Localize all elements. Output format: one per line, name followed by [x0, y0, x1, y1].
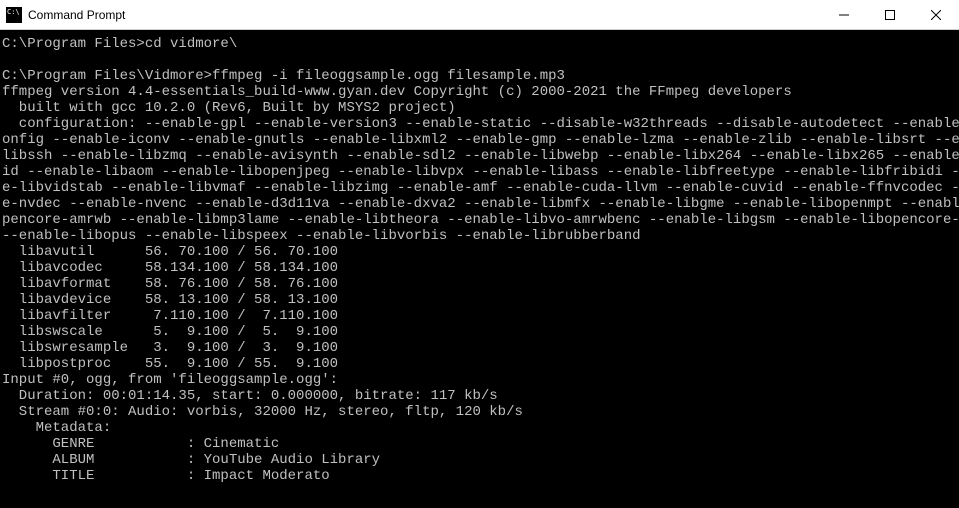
terminal-line: Metadata:	[2, 420, 959, 436]
maximize-button[interactable]	[867, 0, 913, 29]
titlebar: Command Prompt	[0, 0, 959, 30]
terminal-line: ffmpeg version 4.4-essentials_build-www.…	[2, 84, 959, 100]
terminal-line: GENRE : Cinematic	[2, 436, 959, 452]
terminal-line: libavcodec 58.134.100 / 58.134.100	[2, 260, 959, 276]
terminal-output[interactable]: C:\Program Files>cd vidmore\ C:\Program …	[0, 30, 959, 508]
terminal-line: built with gcc 10.2.0 (Rev6, Built by MS…	[2, 100, 959, 116]
terminal-line: Input #0, ogg, from 'fileoggsample.ogg':	[2, 372, 959, 388]
close-button[interactable]	[913, 0, 959, 29]
terminal-line: ALBUM : YouTube Audio Library	[2, 452, 959, 468]
terminal-line: id --enable-libaom --enable-libopenjpeg …	[2, 164, 959, 180]
terminal-line: e-libvidstab --enable-libvmaf --enable-l…	[2, 180, 959, 196]
terminal-line	[2, 52, 959, 68]
terminal-line: libavutil 56. 70.100 / 56. 70.100	[2, 244, 959, 260]
maximize-icon	[885, 10, 895, 20]
terminal-line: e-nvdec --enable-nvenc --enable-d3d11va …	[2, 196, 959, 212]
window-controls	[821, 0, 959, 29]
cmd-icon	[6, 7, 22, 23]
terminal-line: libssh --enable-libzmq --enable-avisynth…	[2, 148, 959, 164]
terminal-line: TITLE : Impact Moderato	[2, 468, 959, 484]
window-title: Command Prompt	[28, 8, 821, 22]
terminal-line: libavdevice 58. 13.100 / 58. 13.100	[2, 292, 959, 308]
terminal-line: C:\Program Files\Vidmore>ffmpeg -i fileo…	[2, 68, 959, 84]
terminal-line: onfig --enable-iconv --enable-gnutls --e…	[2, 132, 959, 148]
close-icon	[931, 10, 941, 20]
minimize-icon	[839, 10, 849, 20]
terminal-line: --enable-libopus --enable-libspeex --ena…	[2, 228, 959, 244]
terminal-line: Duration: 00:01:14.35, start: 0.000000, …	[2, 388, 959, 404]
terminal-line: Stream #0:0: Audio: vorbis, 32000 Hz, st…	[2, 404, 959, 420]
terminal-line: libswscale 5. 9.100 / 5. 9.100	[2, 324, 959, 340]
terminal-line: configuration: --enable-gpl --enable-ver…	[2, 116, 959, 132]
terminal-line: libavformat 58. 76.100 / 58. 76.100	[2, 276, 959, 292]
terminal-line: pencore-amrwb --enable-libmp3lame --enab…	[2, 212, 959, 228]
terminal-line: libpostproc 55. 9.100 / 55. 9.100	[2, 356, 959, 372]
minimize-button[interactable]	[821, 0, 867, 29]
terminal-line: libavfilter 7.110.100 / 7.110.100	[2, 308, 959, 324]
terminal-line: libswresample 3. 9.100 / 3. 9.100	[2, 340, 959, 356]
terminal-line: C:\Program Files>cd vidmore\	[2, 36, 959, 52]
